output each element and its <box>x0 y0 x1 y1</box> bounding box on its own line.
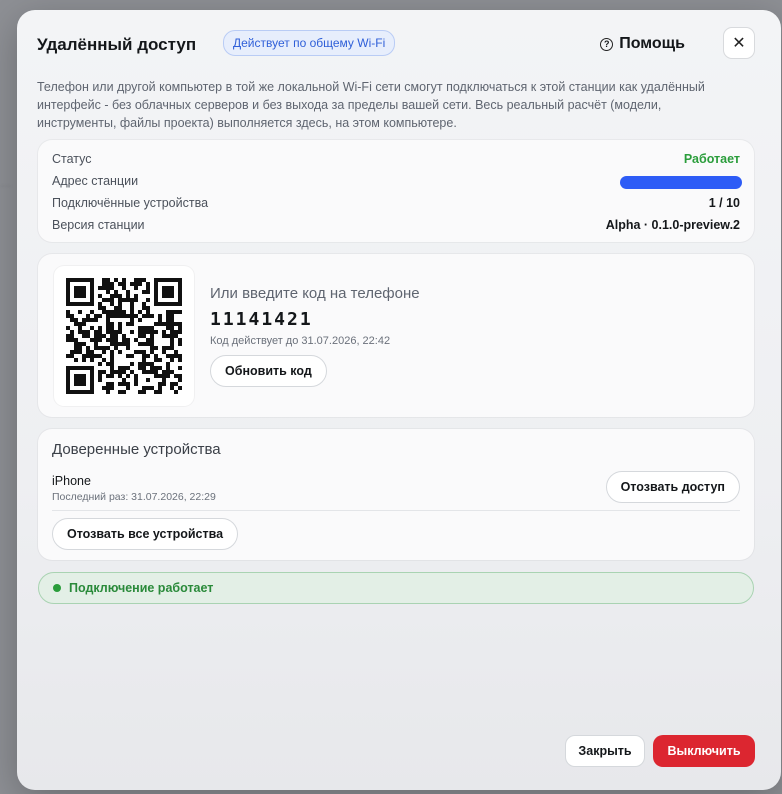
status-value: Работает <box>683 152 740 166</box>
status-card: Статус Работает Адрес станции Подключённ… <box>38 140 754 242</box>
connection-label: Подключение работает <box>69 581 214 595</box>
devices-row: Подключённые устройства 1 / 10 <box>52 196 740 216</box>
close-button[interactable]: Закрыть <box>565 735 645 767</box>
version-row: Версия станции Alpha · 0.1.0-preview.2 <box>52 218 740 238</box>
dialog-title: Удалённый доступ <box>37 35 197 54</box>
version-value: Alpha · 0.1.0-preview.2 <box>605 218 740 232</box>
trusted-title: Доверенные устройства <box>52 441 221 458</box>
version-label: Версия станции <box>52 218 145 232</box>
pairing-card: Или введите код на телефоне 11141421 Код… <box>38 254 754 417</box>
help-icon: ? <box>600 37 614 51</box>
revoke-all-button[interactable]: Отозвать все устройства <box>52 518 239 550</box>
address-label: Адрес станции <box>52 174 139 188</box>
device-name: iPhone <box>52 474 91 488</box>
help-button[interactable]: ? Помощь <box>600 35 685 53</box>
dialog-description: Телефон или другой компьютер в той же ло… <box>37 80 705 130</box>
code-prompt: Или введите код на телефоне <box>210 285 420 302</box>
dialog-header: Удалённый доступ Действует по общему Wi-… <box>37 27 755 62</box>
remote-access-dialog: Удалённый доступ Действует по общему Wi-… <box>17 10 781 790</box>
revoke-device-button[interactable]: Отозвать доступ <box>605 471 740 503</box>
device-last-seen: Последний раз: 31.07.2026, 22:29 <box>52 491 216 503</box>
devices-value: 1 / 10 <box>708 196 740 210</box>
address-row: Адрес станции <box>52 174 742 194</box>
close-icon[interactable]: ✕ <box>723 27 755 59</box>
code-expiry: Код действует до 31.07.2026, 22:42 <box>210 335 391 347</box>
pairing-code: 11141421 <box>210 309 313 330</box>
qr-code <box>54 266 194 406</box>
divider <box>52 510 740 511</box>
help-label: Помощь <box>619 35 685 52</box>
backdrop-hint: — <box>0 180 11 192</box>
refresh-code-button[interactable]: Обновить код <box>210 355 327 387</box>
wifi-badge: Действует по общему Wi-Fi <box>223 30 396 56</box>
status-dot-icon <box>53 584 61 592</box>
qr-code-image <box>66 278 182 394</box>
trusted-devices-card: Доверенные устройства iPhone Последний р… <box>38 429 754 560</box>
status-row: Статус Работает <box>52 152 740 172</box>
devices-label: Подключённые устройства <box>52 196 209 210</box>
disable-button[interactable]: Выключить <box>653 735 755 767</box>
connection-status: Подключение работает <box>38 572 754 604</box>
address-redaction <box>620 176 742 189</box>
status-label: Статус <box>52 152 92 166</box>
